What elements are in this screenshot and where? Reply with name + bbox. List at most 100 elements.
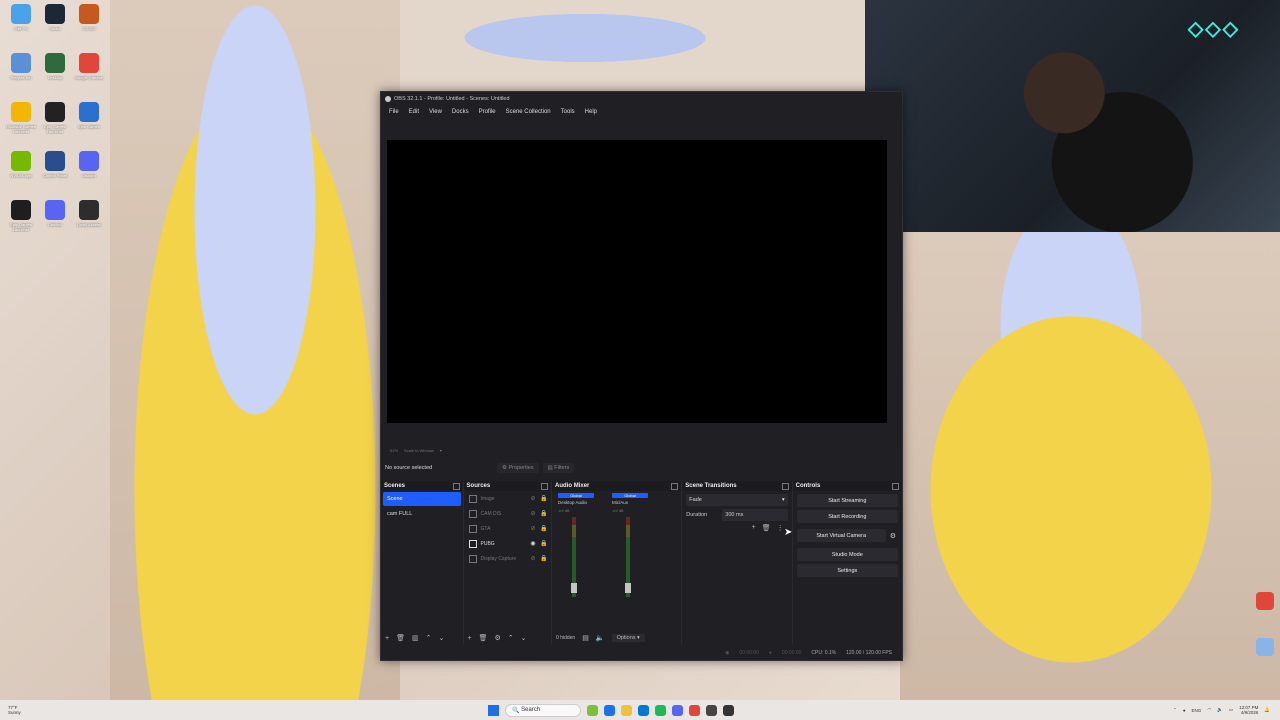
eye-hidden-icon[interactable]: ⊘ (530, 556, 536, 562)
menu-edit[interactable]: Edit (404, 109, 424, 115)
hidden-count[interactable]: 0 hidden (556, 635, 575, 641)
move-up-icon[interactable]: ⌃ (508, 634, 514, 642)
menu-scene-collection[interactable]: Scene Collection (501, 109, 556, 115)
eye-hidden-icon[interactable]: ⊘ (530, 496, 536, 502)
speaker-icon[interactable]: 🔈 (596, 634, 605, 642)
desktop-icon[interactable]: Dolby Access (72, 200, 106, 249)
mixer-icon[interactable]: ▤ (582, 634, 589, 642)
filter-icon[interactable]: ▥ (412, 634, 419, 642)
undock-icon[interactable] (892, 482, 899, 490)
eye-hidden-icon[interactable]: ⊘ (530, 511, 536, 517)
trash-icon[interactable]: 🗑 (762, 524, 771, 532)
desktop-shortcut-chrome[interactable] (1256, 592, 1274, 610)
lock-icon[interactable]: 🔒 (540, 541, 547, 547)
language-indicator[interactable]: ENG (1192, 708, 1202, 713)
desktop-icon[interactable]: Google Chrome (72, 53, 106, 102)
eye-hidden-icon[interactable]: ⊘ (530, 526, 536, 532)
menu-profile[interactable]: Profile (474, 109, 501, 115)
volume-icon[interactable]: 🔈 (1217, 707, 1223, 713)
lock-icon[interactable]: 🔒 (540, 496, 547, 502)
chrome-icon[interactable] (689, 704, 700, 716)
filters-button[interactable]: ▥ Filters (542, 463, 575, 473)
desktop-icon[interactable]: Discord (38, 200, 72, 249)
battery-icon[interactable]: ▭ (1229, 707, 1233, 713)
duration-input[interactable]: 300 ms (722, 509, 788, 521)
undock-icon[interactable] (452, 482, 460, 490)
desktop-icon[interactable]: Discord (72, 151, 106, 200)
options-button[interactable]: Options ▾ (611, 634, 645, 642)
gear-icon[interactable]: ⚙ (495, 634, 501, 642)
volume-slider[interactable] (625, 583, 632, 593)
undock-icon[interactable] (541, 482, 549, 490)
undock-icon[interactable] (781, 482, 789, 490)
add-icon[interactable]: + (468, 635, 472, 642)
move-up-icon[interactable]: ⌃ (426, 634, 432, 642)
channel-name[interactable]: Desktop Audio (558, 500, 594, 505)
taskbar-app-icon[interactable] (587, 704, 598, 716)
lock-icon[interactable]: 🔒 (540, 526, 547, 532)
scene-item-scene[interactable]: Scene (383, 492, 461, 506)
source-item-image[interactable]: Image ⊘ 🔒 (466, 492, 550, 506)
desktop-icon[interactable]: Epic Games Launcher (38, 102, 72, 151)
notification-icon[interactable]: 🔔 (1264, 707, 1270, 713)
file-explorer-icon[interactable] (621, 704, 632, 716)
channel-badge[interactable]: Global (612, 493, 649, 498)
more-icon[interactable]: ⋮ (777, 524, 784, 532)
desktop-icon[interactable]: Steam (38, 4, 72, 53)
start-streaming-button[interactable]: Start Streaming (796, 494, 898, 507)
source-item-display-capture[interactable]: Display Capture ⊘ 🔒 (466, 552, 550, 566)
windows-start-icon[interactable] (488, 704, 499, 716)
volume-slider[interactable] (571, 583, 578, 593)
trash-icon[interactable]: 🗑 (479, 634, 488, 642)
desktop-icon[interactable]: NVIDIA App (4, 151, 38, 200)
desktop-icon[interactable]: Control Panel (38, 151, 72, 200)
edge-icon[interactable] (604, 704, 615, 716)
source-item-pubg[interactable]: PUBG ◉ 🔒 (466, 537, 550, 551)
taskbar-search[interactable]: 🔍 Search (505, 703, 581, 717)
desktop-icon[interactable]: Epic Games (72, 102, 106, 151)
lock-icon[interactable]: 🔒 (540, 511, 547, 517)
lock-icon[interactable]: 🔒 (540, 556, 547, 562)
move-down-icon[interactable]: ⌄ (521, 634, 527, 642)
weather-widget[interactable]: 77°F Sunny (8, 705, 21, 715)
desktop-icon[interactable]: CS:GO (72, 4, 106, 53)
transition-select[interactable]: Fade ▾ (686, 494, 788, 506)
desktop-icon[interactable]: Recycle Bin (4, 53, 38, 102)
add-icon[interactable]: + (385, 635, 389, 642)
menu-tools[interactable]: Tools (556, 109, 580, 115)
menu-docks[interactable]: Docks (447, 109, 474, 115)
discord-icon[interactable] (672, 704, 683, 716)
chevron-down-icon[interactable]: ▾ (440, 448, 442, 453)
add-icon[interactable]: + (752, 524, 756, 532)
desktop-icon[interactable]: Epic Games Launcher (4, 200, 38, 249)
desktop-icon[interactable]: Rockstar Games Launcher (4, 102, 38, 151)
desktop-icon[interactable]: Desktop (38, 53, 72, 102)
store-icon[interactable] (638, 704, 649, 716)
menu-file[interactable]: File (384, 109, 404, 115)
channel-name[interactable]: Mic/Aux (612, 500, 648, 505)
studio-mode-button[interactable]: Studio Mode (796, 548, 898, 561)
zoom-level[interactable]: 51% (390, 448, 398, 453)
eye-icon[interactable]: ◉ (530, 541, 536, 547)
chevron-up-icon[interactable]: ⌃ (1173, 707, 1177, 713)
undock-icon[interactable] (671, 482, 679, 490)
menu-view[interactable]: View (424, 109, 447, 115)
scale-mode[interactable]: Scale to Window (404, 448, 434, 453)
title-bar[interactable]: OBS 32.1.1 - Profile: Untitled - Scenes:… (381, 92, 902, 105)
start-virtual-camera-button[interactable]: Start Virtual Camera (796, 529, 886, 542)
steam-icon[interactable] (706, 704, 717, 716)
source-item-cam-dis[interactable]: CAM DIS ⊘ 🔒 (466, 507, 550, 521)
source-item-gta[interactable]: GTA ⊘ 🔒 (466, 522, 550, 536)
obs-icon[interactable] (723, 704, 734, 716)
properties-button[interactable]: ⚙ Properties (497, 463, 539, 473)
move-down-icon[interactable]: ⌄ (438, 634, 444, 642)
gear-icon[interactable]: ⚙ (890, 532, 896, 540)
spotify-icon[interactable] (655, 704, 666, 716)
clock[interactable]: 12:07 PM 4/9/2026 (1239, 705, 1258, 715)
preview-canvas[interactable] (387, 140, 887, 423)
menu-help[interactable]: Help (580, 109, 602, 115)
wifi-icon[interactable]: ◠ (1207, 707, 1211, 713)
start-recording-button[interactable]: Start Recording (796, 510, 898, 523)
settings-button[interactable]: Settings (796, 564, 898, 577)
desktop-shortcut-recycle-bin[interactable] (1256, 638, 1274, 656)
